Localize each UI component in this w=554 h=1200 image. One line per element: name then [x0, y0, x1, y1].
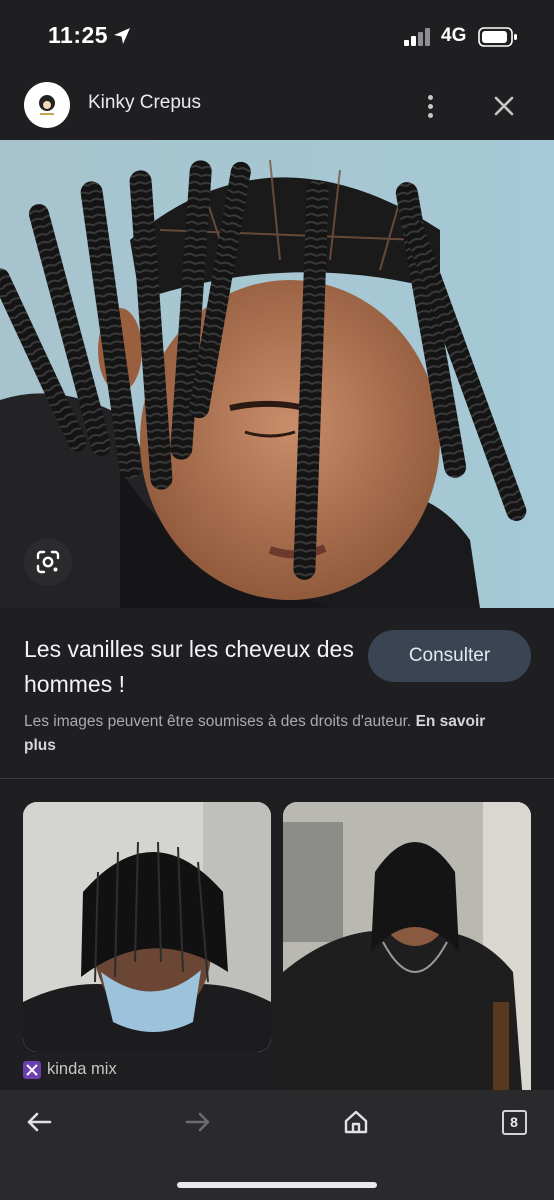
image-title: Les vanilles sur les cheveux des hommes … — [24, 636, 354, 697]
image-info-panel: Les vanilles sur les cheveux des hommes … — [0, 608, 554, 778]
visit-button[interactable]: Consulter — [368, 630, 531, 682]
battery-icon — [478, 27, 517, 47]
image-viewer-header: Kinky Crepus — [0, 70, 554, 140]
related-photo-1 — [23, 802, 271, 1052]
related-source[interactable]: kinda mix — [23, 1060, 117, 1079]
location-arrow-icon — [114, 28, 130, 44]
tabs-button[interactable]: 8 — [496, 1106, 532, 1138]
home-icon[interactable] — [338, 1106, 374, 1138]
forward-arrow-icon[interactable] — [180, 1106, 216, 1138]
section-divider — [0, 778, 554, 779]
back-arrow-icon[interactable] — [21, 1106, 57, 1138]
main-photo — [0, 140, 554, 608]
status-time: 11:25 — [48, 22, 109, 48]
tab-count: 8 — [501, 1109, 527, 1135]
main-image[interactable] — [0, 140, 554, 608]
related-image-2[interactable] — [283, 802, 531, 1090]
related-image-1[interactable] — [23, 802, 271, 1052]
browser-toolbar: 8 — [0, 1090, 554, 1200]
more-options-icon[interactable] — [414, 90, 446, 122]
site-logo[interactable] — [24, 82, 70, 128]
home-indicator — [177, 1182, 377, 1188]
source-favicon-icon — [23, 1060, 41, 1079]
copyright-text: Les images peuvent être soumises à des d… — [24, 713, 412, 730]
copyright-notice: Les images peuvent être soumises à des d… — [24, 710, 514, 758]
cellular-signal-icon — [404, 28, 430, 46]
close-icon[interactable] — [488, 90, 520, 122]
site-logo-icon — [39, 95, 55, 115]
google-lens-icon[interactable] — [24, 538, 72, 586]
related-images: kinda mix — [0, 802, 554, 1090]
network-type: 4G — [441, 25, 467, 46]
source-name: kinda mix — [47, 1060, 117, 1078]
site-name[interactable]: Kinky Crepus — [88, 92, 201, 114]
status-bar: 11:25 4G — [0, 0, 554, 70]
related-photo-2 — [283, 802, 531, 1090]
